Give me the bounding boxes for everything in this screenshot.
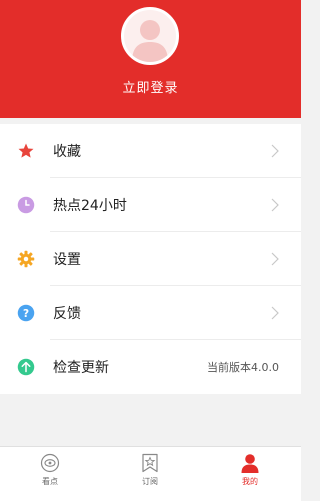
menu-list: 收藏 热点24小时 设置 ? 反馈 检查更新 当前版本4.0.0	[0, 124, 301, 394]
chevron-right-icon	[271, 144, 279, 158]
avatar[interactable]	[121, 7, 179, 65]
bottom-tab-bar: 看点 订阅 我的	[0, 446, 301, 501]
tab-label: 看点	[42, 477, 58, 486]
clock-icon	[17, 196, 35, 214]
tab-watch[interactable]: 看点	[0, 447, 100, 501]
upload-icon	[17, 358, 35, 376]
profile-header: 立即登录	[0, 0, 301, 118]
menu-item-hot-24h[interactable]: 热点24小时	[0, 178, 301, 232]
menu-item-feedback[interactable]: ? 反馈	[0, 286, 301, 340]
user-icon	[241, 454, 259, 473]
tab-label: 我的	[242, 477, 258, 486]
eye-icon	[40, 453, 60, 473]
login-button[interactable]: 立即登录	[0, 77, 301, 96]
menu-item-label: 检查更新	[53, 360, 109, 376]
tab-label: 订阅	[142, 477, 158, 486]
menu-item-label: 设置	[53, 252, 81, 268]
menu-item-label: 反馈	[53, 306, 81, 322]
chevron-right-icon	[271, 252, 279, 266]
menu-item-settings[interactable]: 设置	[0, 232, 301, 286]
menu-item-label: 收藏	[53, 144, 81, 160]
svg-text:?: ?	[23, 308, 29, 320]
menu-item-label: 热点24小时	[53, 198, 127, 214]
chevron-right-icon	[271, 306, 279, 320]
bookmark-star-icon	[142, 453, 158, 473]
star-icon	[17, 142, 35, 160]
menu-item-check-update[interactable]: 检查更新 当前版本4.0.0	[0, 340, 301, 394]
version-text: 当前版本4.0.0	[207, 361, 279, 374]
menu-item-favorites[interactable]: 收藏	[0, 124, 301, 178]
question-icon: ?	[17, 304, 35, 322]
gear-icon	[17, 250, 35, 268]
tab-subscribe[interactable]: 订阅	[100, 447, 200, 501]
chevron-right-icon	[271, 198, 279, 212]
avatar-placeholder-icon	[132, 20, 168, 62]
tab-mine[interactable]: 我的	[200, 447, 300, 501]
